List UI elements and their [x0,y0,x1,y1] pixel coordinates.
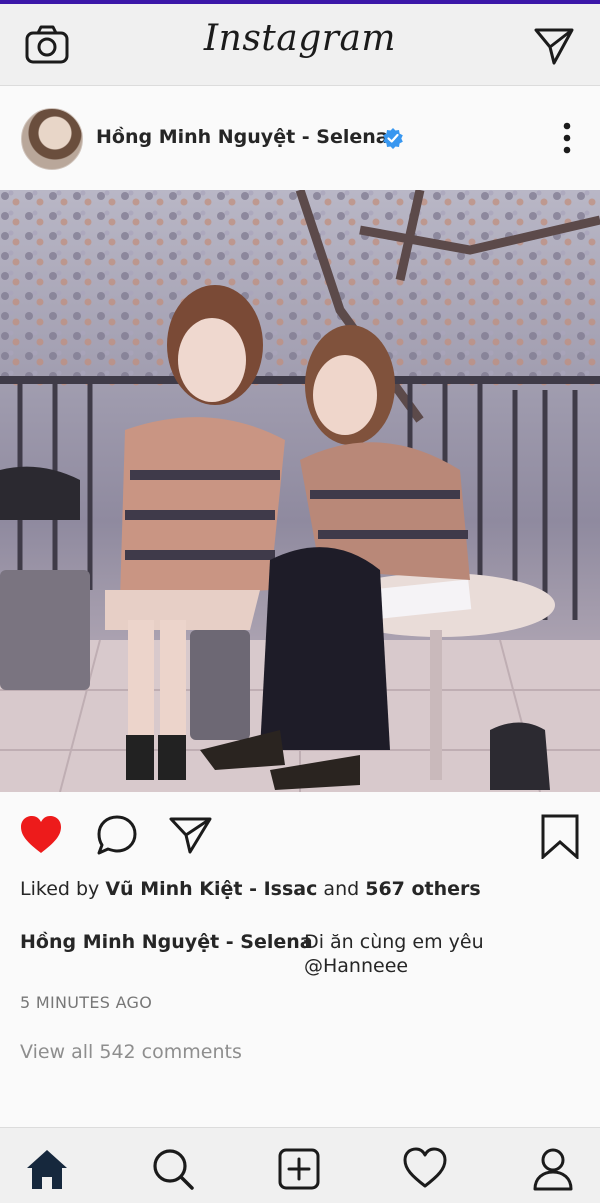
verified-badge-icon [383,128,403,149]
more-options-icon[interactable] [556,118,578,160]
profile-icon[interactable] [530,1146,576,1192]
home-icon[interactable] [24,1146,70,1192]
heart-filled-icon[interactable] [18,813,64,859]
two-friends-photo [0,190,600,792]
post-photo[interactable] [0,190,600,792]
paper-plane-icon[interactable] [533,26,575,66]
liked-by-and: and [323,878,360,900]
app-header: Instagram [0,4,600,86]
post-timestamp: 5 MINUTES AGO [20,993,153,1012]
app-logo: Instagram [203,18,397,59]
share-icon[interactable] [168,813,214,859]
bottom-nav [0,1127,600,1203]
add-post-icon[interactable] [276,1146,322,1192]
heart-outline-icon[interactable] [402,1146,448,1192]
liked-by-others[interactable]: 567 others [365,878,481,900]
likes-summary[interactable]: Liked by Vũ Minh Kiệt - Issac and 567 ot… [20,878,481,900]
search-icon[interactable] [150,1146,196,1192]
bookmark-icon[interactable] [537,813,583,859]
liked-by-user[interactable]: Vũ Minh Kiệt - Issac [105,878,317,900]
caption-username[interactable]: Hồng Minh Nguyệt - Selena [20,930,313,954]
caption-text: Đi ăn cùng em yêu @Hanneee [304,931,484,977]
liked-by-prefix: Liked by [20,878,100,900]
comment-icon[interactable] [94,813,140,859]
post-header: Hồng Minh Nguyệt - Selena [0,90,600,190]
avatar[interactable] [21,108,83,170]
view-comments-link[interactable]: View all 542 comments [20,1041,242,1063]
post-actions [0,805,600,865]
post-username[interactable]: Hồng Minh Nguyệt - Selena [96,126,389,148]
